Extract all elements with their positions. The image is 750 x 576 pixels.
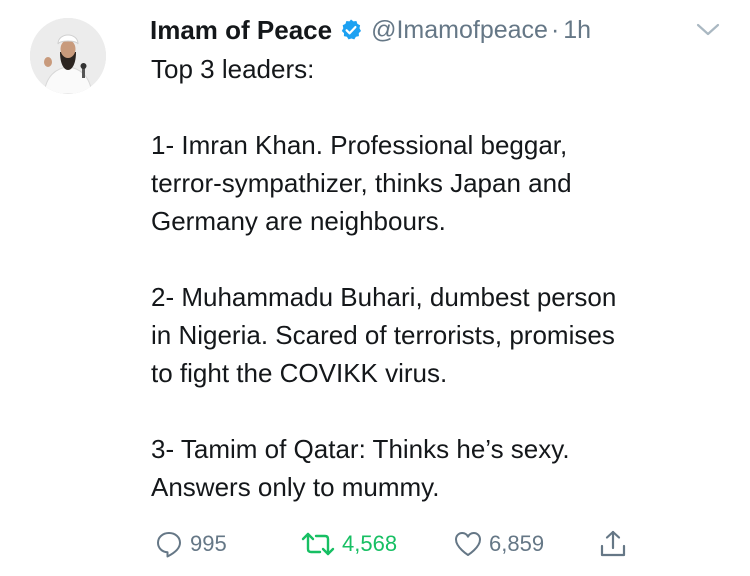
tweet-line: 2- Muhammadu Buhari, dumbest person	[151, 282, 617, 312]
separator-dot: ·	[550, 15, 560, 44]
avatar[interactable]	[30, 18, 106, 94]
tweet-actions: 995 4,568 6,859	[150, 524, 670, 564]
tweet-line: terror-sympathizer, thinks Japan and	[151, 168, 572, 198]
tweet[interactable]: Imam of Peace @Imamofpeace · 1h Top 3 le…	[0, 0, 750, 576]
share-button[interactable]	[597, 524, 629, 564]
retweet-button[interactable]: 4,568	[300, 524, 397, 564]
avatar-image	[30, 18, 106, 94]
tweet-line: Top 3 leaders:	[151, 54, 315, 84]
display-name[interactable]: Imam of Peace	[150, 15, 332, 46]
like-count: 6,859	[489, 531, 545, 556]
share-icon	[600, 530, 626, 557]
timestamp[interactable]: 1h	[563, 16, 591, 45]
retweet-icon	[301, 532, 335, 556]
retweet-count: 4,568	[342, 531, 398, 556]
heart-icon	[455, 532, 481, 556]
tweet-line: Germany are neighbours.	[151, 206, 446, 236]
tweet-text: Top 3 leaders: 1- Imran Khan. Profession…	[151, 50, 731, 506]
reply-count: 995	[190, 531, 227, 556]
tweet-line: in Nigeria. Scared of terrorists, promis…	[151, 320, 615, 350]
reply-icon	[157, 532, 181, 558]
chevron-down-icon[interactable]	[694, 20, 722, 40]
tweet-line: Answers only to mummy.	[151, 472, 440, 502]
tweet-line: to fight the COVIKK virus.	[151, 358, 448, 388]
handle[interactable]: @Imamofpeace	[371, 16, 548, 45]
reply-button[interactable]: 995	[154, 524, 227, 564]
tweet-line: 3- Tamim of Qatar: Thinks he’s sexy.	[151, 434, 570, 464]
tweet-header: Imam of Peace @Imamofpeace · 1h	[150, 12, 591, 48]
verified-badge-icon	[339, 18, 363, 42]
like-button[interactable]: 6,859	[453, 524, 544, 564]
tweet-line: 1- Imran Khan. Professional beggar,	[151, 130, 568, 160]
